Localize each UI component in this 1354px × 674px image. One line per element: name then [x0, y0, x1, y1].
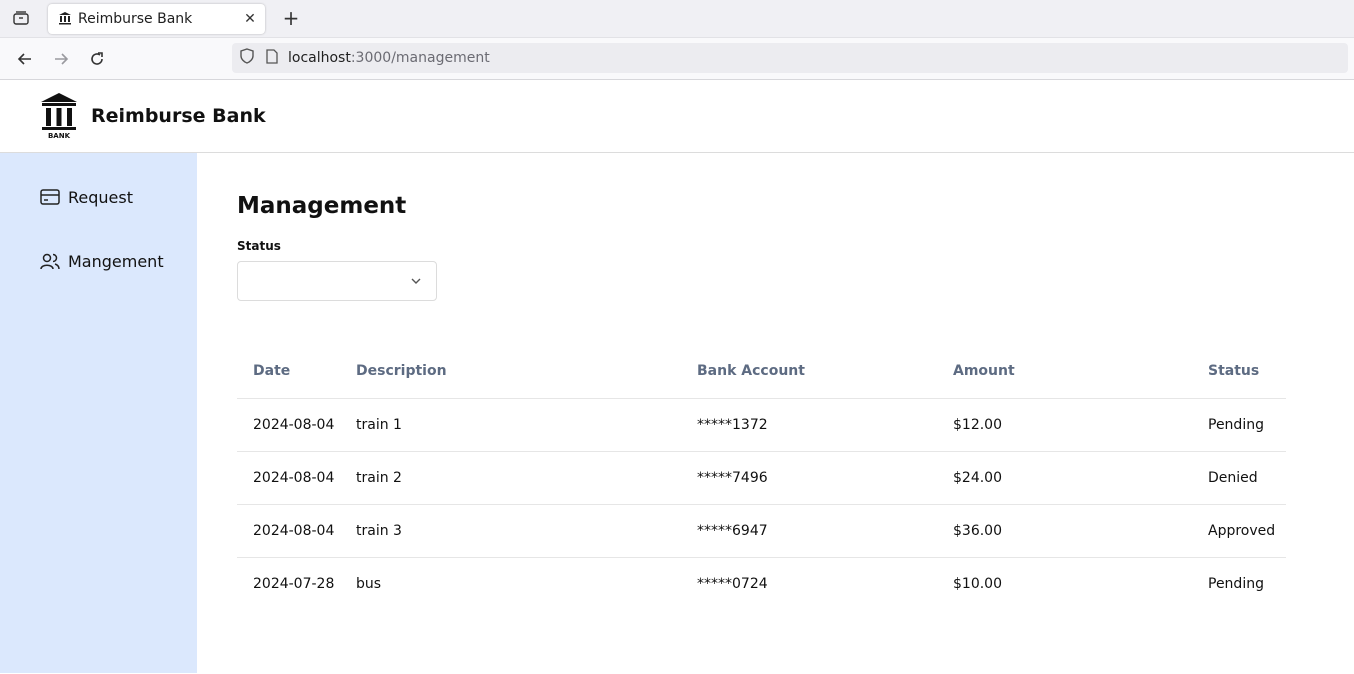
close-tab-icon[interactable]: ✕ [241, 10, 259, 28]
browser-nav-bar: localhost:3000/management [0, 38, 1354, 80]
browser-tab[interactable]: Reimburse Bank ✕ [48, 4, 265, 34]
table-header-row: Date Description Bank Account Amount Sta… [237, 345, 1286, 399]
bank-favicon-icon [58, 10, 72, 29]
cell-status: Pending [1208, 575, 1264, 592]
cell-description: bus [356, 575, 382, 592]
cell-status: Pending [1192, 398, 1286, 452]
url-bar[interactable]: localhost:3000/management [232, 43, 1348, 73]
cell-amount: $24.00 [937, 451, 1192, 505]
cell-date: 2024-08-04 [237, 398, 340, 452]
table-row[interactable]: 2024-08-04 train 3 *****6947 $36.00 Appr… [237, 504, 1286, 558]
cell-amount: $36.00 [937, 504, 1192, 558]
status-select[interactable] [237, 261, 437, 301]
app-header: BANK Reimburse Bank [0, 80, 1354, 153]
cell-description: train 1 [340, 398, 681, 452]
table-row[interactable]: 2024-08-04 train 1 *****1372 $12.00 Pend… [237, 398, 1286, 452]
sidebar: Request Mangement [0, 153, 197, 673]
shield-icon[interactable] [240, 48, 254, 68]
users-icon [40, 253, 60, 270]
main-content: Management Status Date Description Bank … [197, 153, 1354, 673]
cell-date: 2024-08-04 [237, 504, 340, 558]
reimbursement-table: Date Description Bank Account Amount Sta… [237, 345, 1286, 610]
cell-bank-account: *****6947 [681, 504, 937, 558]
tab-title: Reimburse Bank [78, 11, 193, 27]
cell-bank-account: *****1372 [681, 398, 937, 452]
status-filter-label: Status [237, 239, 281, 253]
cell-description: train 2 [340, 451, 681, 505]
sidebar-item-request[interactable]: Request [0, 179, 197, 215]
back-arrow-icon[interactable] [14, 48, 36, 70]
new-tab-icon[interactable]: + [280, 6, 302, 30]
cell-date: 2024-07-28 [253, 575, 335, 592]
sidebar-item-label: Request [68, 187, 133, 207]
browser-tab-bar: Reimburse Bank ✕ + [0, 0, 1354, 38]
cell-amount: $12.00 [937, 398, 1192, 452]
reload-icon[interactable] [86, 48, 108, 70]
cell-bank-account: *****0724 [697, 575, 768, 592]
logo-text: BANK [48, 132, 71, 140]
table-row[interactable]: 2024-08-04 train 2 *****7496 $24.00 Deni… [237, 451, 1286, 505]
sidebar-item-management[interactable]: Mangement [0, 243, 197, 279]
cell-description: train 3 [340, 504, 681, 558]
chevron-down-icon [411, 278, 421, 284]
bank-logo-icon: BANK [41, 93, 77, 140]
page-title: Management [237, 193, 407, 219]
cell-amount: $10.00 [953, 575, 1002, 592]
cell-status: Approved [1192, 504, 1286, 558]
sidebar-item-label: Mangement [68, 251, 164, 271]
cell-bank-account: *****7496 [681, 451, 937, 505]
brand-name: Reimburse Bank [91, 105, 266, 127]
forward-arrow-icon[interactable] [50, 48, 72, 70]
url-path: :3000/management [350, 50, 490, 66]
url-host: localhost [288, 50, 351, 66]
column-header-status[interactable]: Status [1192, 345, 1286, 399]
cell-status: Denied [1192, 451, 1286, 505]
column-header-date[interactable]: Date [237, 345, 340, 399]
page-icon [266, 48, 278, 68]
tab-list-icon[interactable] [10, 8, 32, 28]
cell-date: 2024-08-04 [237, 451, 340, 505]
column-header-description[interactable]: Description [340, 345, 681, 399]
card-icon [40, 189, 60, 205]
table-row[interactable]: 2024-07-28 bus *****0724 $10.00 Pending [237, 557, 1286, 610]
column-header-amount[interactable]: Amount [937, 345, 1192, 399]
column-header-bank-account[interactable]: Bank Account [681, 345, 937, 399]
url-text[interactable]: localhost:3000/management [288, 50, 490, 66]
